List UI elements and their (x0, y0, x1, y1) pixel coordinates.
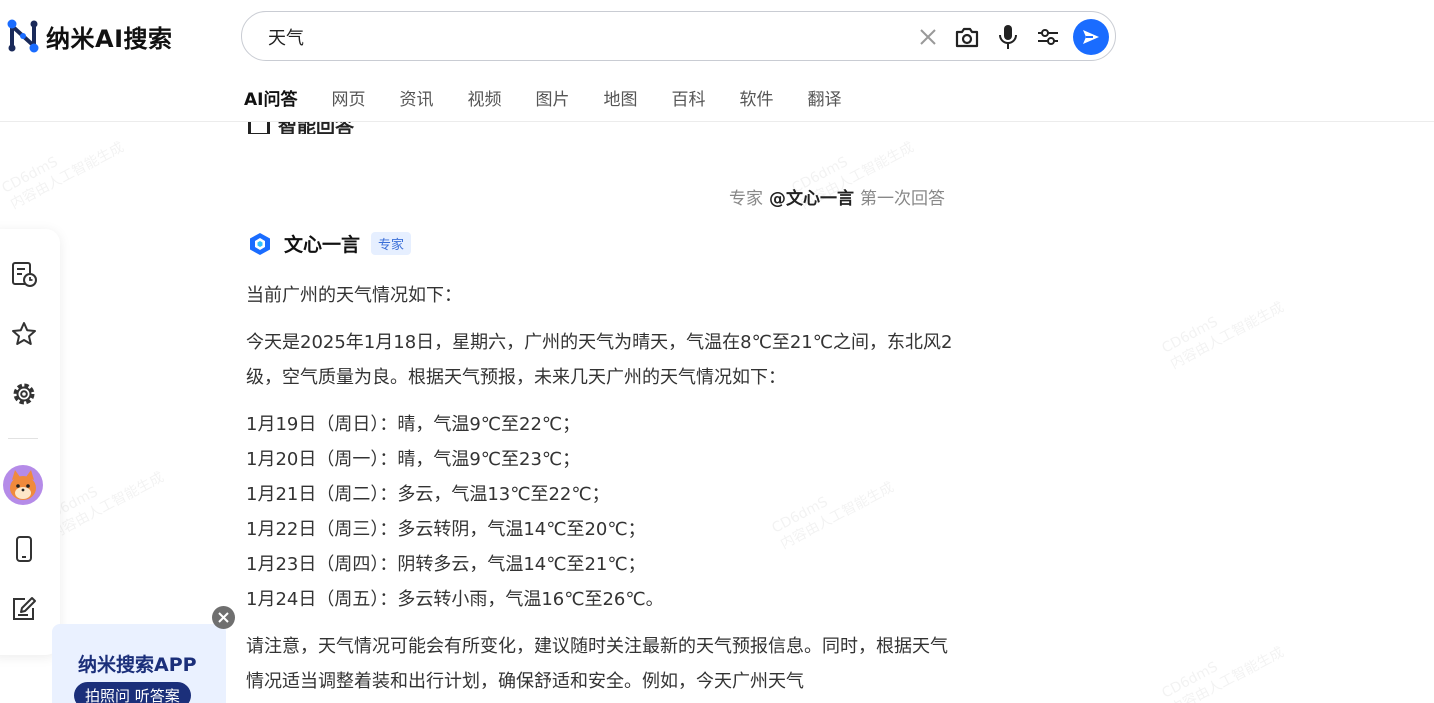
forecast-item: 1月24日（周五）：多云转小雨，气温16℃至26℃。 (246, 589, 664, 610)
section-heading: 智能回答 (248, 122, 354, 134)
logo-icon (7, 19, 39, 53)
search-box (241, 11, 1116, 61)
search-input[interactable] (268, 23, 888, 51)
filter-settings-icon[interactable] (1035, 24, 1061, 50)
phone-icon[interactable] (8, 533, 40, 565)
clear-icon[interactable] (915, 24, 941, 50)
promo-title: 纳米搜索APP (78, 654, 197, 676)
answer-source: 文心一言 专家 (248, 230, 412, 257)
answer-icon (248, 122, 270, 134)
watermark: CD6dmS 内容由人工智能生成 (0, 139, 127, 213)
brand-name: 纳米AI搜索 (46, 24, 173, 53)
answer-body: 当前广州的天气情况如下： 今天是2025年1月18日，星期六，广州的天气为晴天，… (246, 278, 958, 699)
wenxin-logo-icon (250, 232, 270, 255)
toolbar-divider (8, 438, 38, 439)
answer-note: 请注意，天气情况可能会有所变化，建议随时关注最新的天气预报信息。同时，根据天气情… (246, 636, 948, 692)
header-divider (0, 121, 1434, 122)
forecast-item: 1月22日（周三）：多云转阴，气温14℃至20℃； (246, 519, 646, 540)
close-icon (218, 612, 229, 623)
section-heading-text: 智能回答 (278, 122, 355, 134)
expert-handle[interactable]: @文心一言 (769, 189, 854, 209)
expert-prefix: 专家 (729, 189, 763, 209)
star-icon[interactable] (8, 318, 40, 350)
tab-baike[interactable]: 百科 (671, 86, 705, 114)
tab-web[interactable]: 网页 (331, 86, 365, 114)
forecast-item: 1月20日（周一）：晴，气温9℃至23℃； (246, 449, 581, 470)
tab-software[interactable]: 软件 (739, 86, 773, 114)
promo-close-button[interactable] (212, 606, 235, 629)
microphone-icon[interactable] (995, 24, 1021, 50)
section-heading-clip: 智能回答 (244, 122, 444, 134)
avatar[interactable] (3, 465, 43, 505)
forecast-item: 1月23日（周四）：阴转多云，气温14℃至21℃； (246, 554, 646, 575)
tab-news[interactable]: 资讯 (399, 86, 433, 114)
camera-icon[interactable] (954, 24, 980, 50)
source-name: 文心一言 (284, 234, 361, 256)
app-promo-banner[interactable]: 纳米搜索APP 拍照问 听答案 (52, 624, 226, 703)
answer-intro: 当前广州的天气情况如下： (246, 285, 462, 306)
brand-logo[interactable]: 纳米AI搜索 (6, 18, 173, 54)
tab-ai-qa[interactable]: AI问答 (244, 86, 297, 114)
send-icon (1083, 30, 1099, 44)
send-button[interactable] (1073, 19, 1109, 55)
search-tabs: AI问答 网页 资讯 视频 图片 地图 百科 软件 翻译 (244, 86, 875, 114)
edit-icon[interactable] (8, 593, 40, 625)
expert-attribution: 专家 @文心一言 第一次回答 (729, 184, 945, 209)
watermark: CD6dmS 内容由人工智能生成 (1159, 644, 1287, 703)
tab-translate[interactable]: 翻译 (807, 86, 841, 114)
promo-subtitle: 拍照问 听答案 (74, 682, 191, 703)
forecast-item: 1月21日（周二）：多云，气温13℃至22℃； (246, 484, 610, 505)
forecast-item: 1月19日（周日）：晴，气温9℃至22℃； (246, 414, 581, 435)
side-toolbar (0, 229, 60, 655)
gear-icon[interactable] (8, 378, 40, 410)
answer-today: 今天是2025年1月18日，星期六，广州的天气为晴天，气温在8℃至21℃之间，东… (246, 332, 953, 388)
expert-badge: 专家 (371, 232, 412, 255)
tab-map[interactable]: 地图 (603, 86, 637, 114)
history-icon[interactable] (8, 258, 40, 290)
watermark: CD6dmS 内容由人工智能生成 (1159, 299, 1287, 373)
tab-video[interactable]: 视频 (467, 86, 501, 114)
tab-images[interactable]: 图片 (535, 86, 569, 114)
expert-suffix: 第一次回答 (860, 189, 945, 209)
